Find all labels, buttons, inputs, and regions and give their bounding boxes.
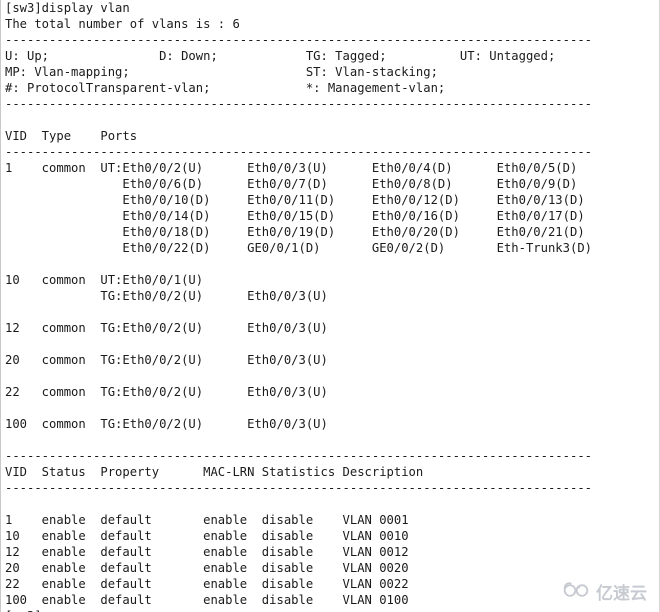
watermark-label: 亿速云	[596, 584, 647, 604]
console-output[interactable]: [sw3]display vlan The total number of vl…	[5, 0, 592, 612]
terminal-window[interactable]: [sw3]display vlan The total number of vl…	[0, 0, 660, 612]
